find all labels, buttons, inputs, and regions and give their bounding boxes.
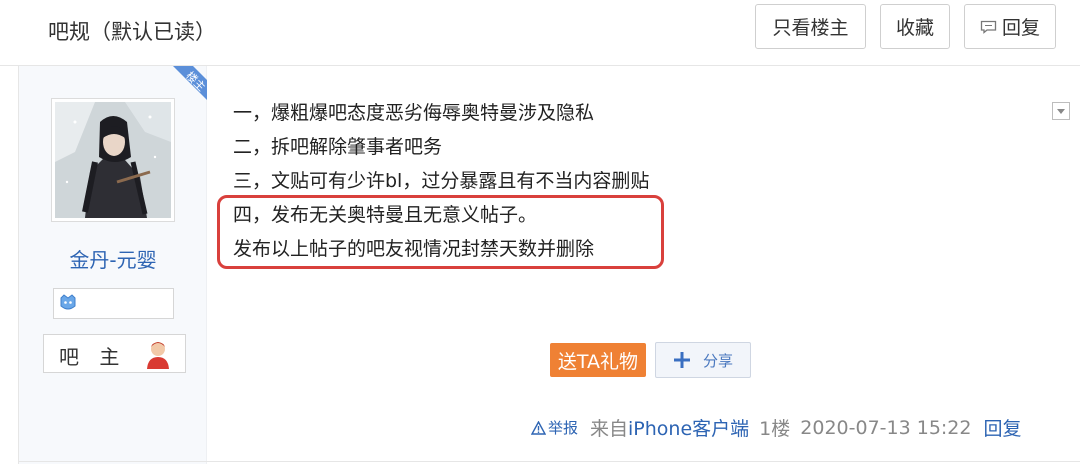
floor-reply-link[interactable]: 回复 xyxy=(983,414,1021,441)
favorite-button[interactable]: 收藏 xyxy=(880,4,950,49)
content-line: 一，爆粗爆吧态度恶劣侮辱奥特曼涉及隐私 xyxy=(233,102,595,124)
member-level-badge xyxy=(53,288,174,319)
thread-title: 吧规（默认已读） xyxy=(48,20,216,44)
only-owner-button[interactable]: 只看楼主 xyxy=(755,4,866,49)
highlight-annotation xyxy=(217,195,664,269)
role-badge: 吧 主 xyxy=(43,334,186,373)
share-button[interactable]: 分享 xyxy=(655,342,751,378)
author-username[interactable]: 金丹-元婴 xyxy=(19,244,207,273)
post-timestamp: 2020-07-13 15:22 xyxy=(800,416,972,439)
content-line: 二，拆吧解除肇事者吧务 xyxy=(233,136,443,158)
comment-icon xyxy=(980,20,997,34)
client-prefix: 来自 xyxy=(590,418,629,440)
warning-icon xyxy=(531,420,546,435)
reply-button-label: 回复 xyxy=(1001,17,1040,39)
owner-ribbon: 楼主 xyxy=(173,66,207,100)
content-line: 三，文贴可有少许bl，过分暴露且有不当内容删贴 xyxy=(233,170,650,192)
send-gift-button[interactable]: 送TA礼物 xyxy=(550,343,646,377)
floor-number: 1楼 xyxy=(759,418,791,440)
report-label: 举报 xyxy=(548,419,579,437)
client-link[interactable]: iPhone客户端 xyxy=(628,414,749,441)
plus-share-icon xyxy=(673,352,690,368)
level-badge-icon xyxy=(60,294,76,310)
bar-owner-icon xyxy=(147,342,169,369)
author-sidebar: 金丹-元婴 吧 主 xyxy=(19,66,207,464)
chevron-down-icon xyxy=(1057,109,1065,114)
divider xyxy=(18,461,1080,462)
report-link[interactable]: 举报 xyxy=(531,417,578,438)
post-floor-1: 金丹-元婴 吧 主 楼主 一，爆粗爆吧态度恶劣侮辱奥特曼涉及隐私 二，拆吧解除肇… xyxy=(18,66,1080,464)
thread-header: 吧规（默认已读） 只看楼主 收藏 回复 xyxy=(0,0,1080,66)
reply-button[interactable]: 回复 xyxy=(964,4,1056,49)
share-label: 分享 xyxy=(702,351,733,370)
post-menu-dropdown[interactable] xyxy=(1052,102,1070,120)
role-label: 吧 主 xyxy=(59,345,127,369)
post-meta: 举报 来自 iPhone客户端 1楼 2020-07-13 15:22 回复 xyxy=(531,414,1022,441)
